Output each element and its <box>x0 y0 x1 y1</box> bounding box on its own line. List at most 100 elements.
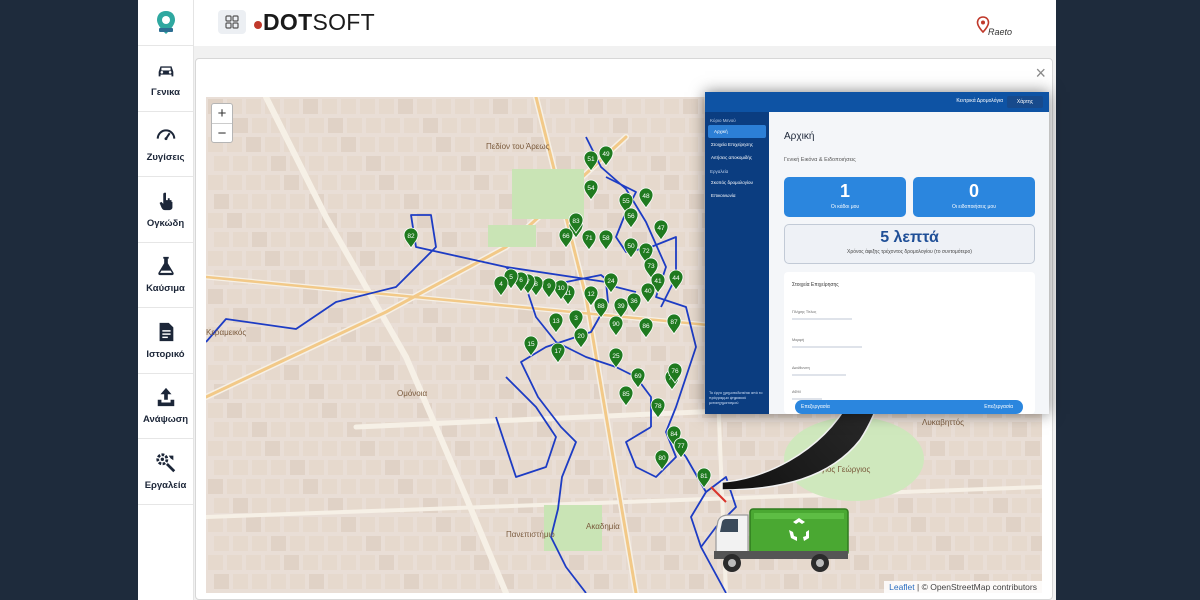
route-stop-label: 77 <box>677 443 685 450</box>
detail-label: ΑΦΜ <box>792 390 801 394</box>
route-stop-label: 80 <box>658 455 666 462</box>
preview-map-button[interactable]: Χάρτης <box>1007 96 1043 108</box>
detail-label: Διεύθυνση <box>792 366 810 370</box>
preview-menu-section: Εργαλεία <box>710 169 729 174</box>
route-stop-label: 88 <box>597 303 605 310</box>
route-stop-label: 15 <box>527 341 535 348</box>
attribution-text: | © OpenStreetMap contributors <box>914 582 1037 592</box>
car-icon <box>158 66 173 77</box>
document-icon <box>159 322 173 341</box>
route-stop-label: 49 <box>602 151 610 158</box>
sidebar-item-label: Καύσιμα <box>146 283 185 295</box>
preview-topbar: Κεντρικά Δρομολόγια Χάρτης <box>705 92 1049 112</box>
arrival-time-value: 5 λεπτά <box>880 229 939 246</box>
notifications-card[interactable]: 0 Οι ειδοποιήσεις μου <box>913 177 1035 217</box>
preview-funding-note: Το έργο χρηματοδοτείται από το πρόγραμμα… <box>709 391 763 405</box>
sidebar-item-fuel[interactable]: Καύσιμα <box>138 243 193 308</box>
zoom-in-button[interactable]: + <box>212 104 232 123</box>
preview-sidebar: Κύριο Μενού Αρχική Στοιχεία Επιχείρησης … <box>705 112 769 414</box>
preview-subtitle: Γενική Εικόνα & Ειδοποιήσεις <box>784 157 856 163</box>
bins-caption: Οι κάδοι μου <box>830 204 860 210</box>
partner-logo-text: Raeto <box>988 27 1013 37</box>
route-stop-label: 24 <box>607 278 615 285</box>
sidebar-item-history[interactable]: Ιστορικό <box>138 308 193 374</box>
brand-dot-icon <box>254 21 262 29</box>
preview-menu-item-home[interactable]: Αρχική <box>708 125 766 138</box>
preview-title: Αρχική <box>784 131 815 142</box>
upload-icon <box>157 388 174 407</box>
zoom-out-button[interactable]: − <box>212 123 232 142</box>
gauge-icon <box>156 129 175 141</box>
notifications-caption: Οι ειδοποιήσεις μου <box>952 204 996 210</box>
route-stop-label: 76 <box>671 368 679 375</box>
top-header: DOTSOFT Raeto <box>194 0 1056 46</box>
route-stop-label: 4 <box>499 281 503 288</box>
preview-menu-item-requests[interactable]: Αιτήσεις αποκομιδής <box>705 151 769 164</box>
route-stop-label: 17 <box>554 348 562 355</box>
detail-value-line <box>792 346 862 348</box>
route-stop-label: 55 <box>622 198 630 205</box>
brand-light: SOFT <box>312 9 375 35</box>
sidebar-item-weighings[interactable]: Ζυγίσεις <box>138 112 193 177</box>
preview-topbar-label: Κεντρικά Δρομολόγια <box>956 98 1003 104</box>
route-stop-label: 69 <box>634 373 642 380</box>
detail-label: Πλήρης Τίτλος <box>792 310 817 314</box>
apps-menu-button[interactable] <box>218 10 246 34</box>
route-stop-label: 58 <box>602 235 610 242</box>
app-preview: Κεντρικά Δρομολόγια Χάρτης Κύριο Μενού Α… <box>705 92 1049 414</box>
place-label-akadimia: Ακαδημία <box>586 522 620 531</box>
preview-menu-item-contact[interactable]: Επικοινωνία <box>705 189 769 202</box>
route-stop-label: 87 <box>670 319 678 326</box>
route-stop-label: 48 <box>642 193 650 200</box>
detail-label: Μορφή <box>792 338 805 342</box>
sidebar-item-label: Γενικα <box>151 86 180 98</box>
preview-menu-item-route[interactable]: Σκοπός δρομολογίου <box>705 176 769 189</box>
detail-value-line <box>792 374 846 376</box>
detail-value-line <box>792 318 852 320</box>
preview-main: Αρχική Γενική Εικόνα & Ειδοποιήσεις 1 Οι… <box>769 112 1049 414</box>
route-stop-label: 47 <box>657 225 665 232</box>
sidebar-item-upload[interactable]: Ανάψωση <box>138 374 193 439</box>
place-label-pedion-areos: Πεδίον του Άρεως <box>486 142 550 151</box>
route-stop-label: 44 <box>672 275 680 282</box>
preview-menu-header: Κύριο Μενού <box>710 118 736 123</box>
bins-count: 1 <box>839 181 850 201</box>
place-label-omonia: Ομόνοια <box>397 389 428 398</box>
bins-card[interactable]: 1 Οι κάδοι μου <box>784 177 906 217</box>
sidebar: Γενικα Ζυγίσεις Ογκώδη Καύσιμα Ιστορικό <box>138 0 194 600</box>
tools-icon <box>155 453 175 472</box>
route-stop-label: 71 <box>585 235 593 242</box>
route-stop-label: 39 <box>617 303 625 310</box>
route-stop-label: 40 <box>644 288 652 295</box>
preview-edit-left: Επεξεργασία <box>801 404 830 410</box>
route-stop-label: 41 <box>654 278 662 285</box>
route-stop-label: 72 <box>642 248 650 255</box>
route-stop-label: 9 <box>547 283 551 290</box>
app-logo[interactable] <box>138 0 193 46</box>
leaflet-link[interactable]: Leaflet <box>889 582 915 592</box>
route-stop-label: 56 <box>627 213 635 220</box>
preview-edit-button[interactable]: Επεξεργασία Επεξεργασία <box>795 400 1023 414</box>
route-stop-label: 78 <box>654 403 662 410</box>
route-stop-label: 25 <box>612 353 620 360</box>
sidebar-item-general[interactable]: Γενικα <box>138 46 193 112</box>
arrival-time-caption: Χρόνος άφιξης τρέχοντος δρομολογίου (το … <box>847 249 972 255</box>
route-stop-label: 5 <box>509 274 513 281</box>
route-stop-label: 50 <box>627 243 635 250</box>
route-stop-label: 86 <box>642 323 650 330</box>
route-stop-label: 12 <box>587 291 595 298</box>
grid-icon <box>225 15 239 29</box>
route-stop-label: 82 <box>407 233 415 240</box>
sidebar-item-label: Ιστορικό <box>146 348 185 360</box>
partner-logo: Raeto <box>976 16 1018 40</box>
route-stop-label: 83 <box>572 218 580 225</box>
sidebar-item-bulky[interactable]: Ογκώδη <box>138 177 193 243</box>
place-label-panepistimio: Πανεπιστήμιο <box>506 530 555 539</box>
close-icon[interactable]: × <box>1035 63 1046 83</box>
brand-logo: DOTSOFT <box>254 9 375 36</box>
route-stop-label: 54 <box>587 185 595 192</box>
arrival-time-card: 5 λεπτά Χρόνος άφιξης τρέχοντος δρομολογ… <box>784 224 1035 264</box>
sidebar-item-tools[interactable]: Εργαλεία <box>138 439 193 505</box>
preview-menu-item-business[interactable]: Στοιχεία Επιχείρησης <box>705 138 769 151</box>
sidebar-item-label: Ζυγίσεις <box>146 152 185 164</box>
